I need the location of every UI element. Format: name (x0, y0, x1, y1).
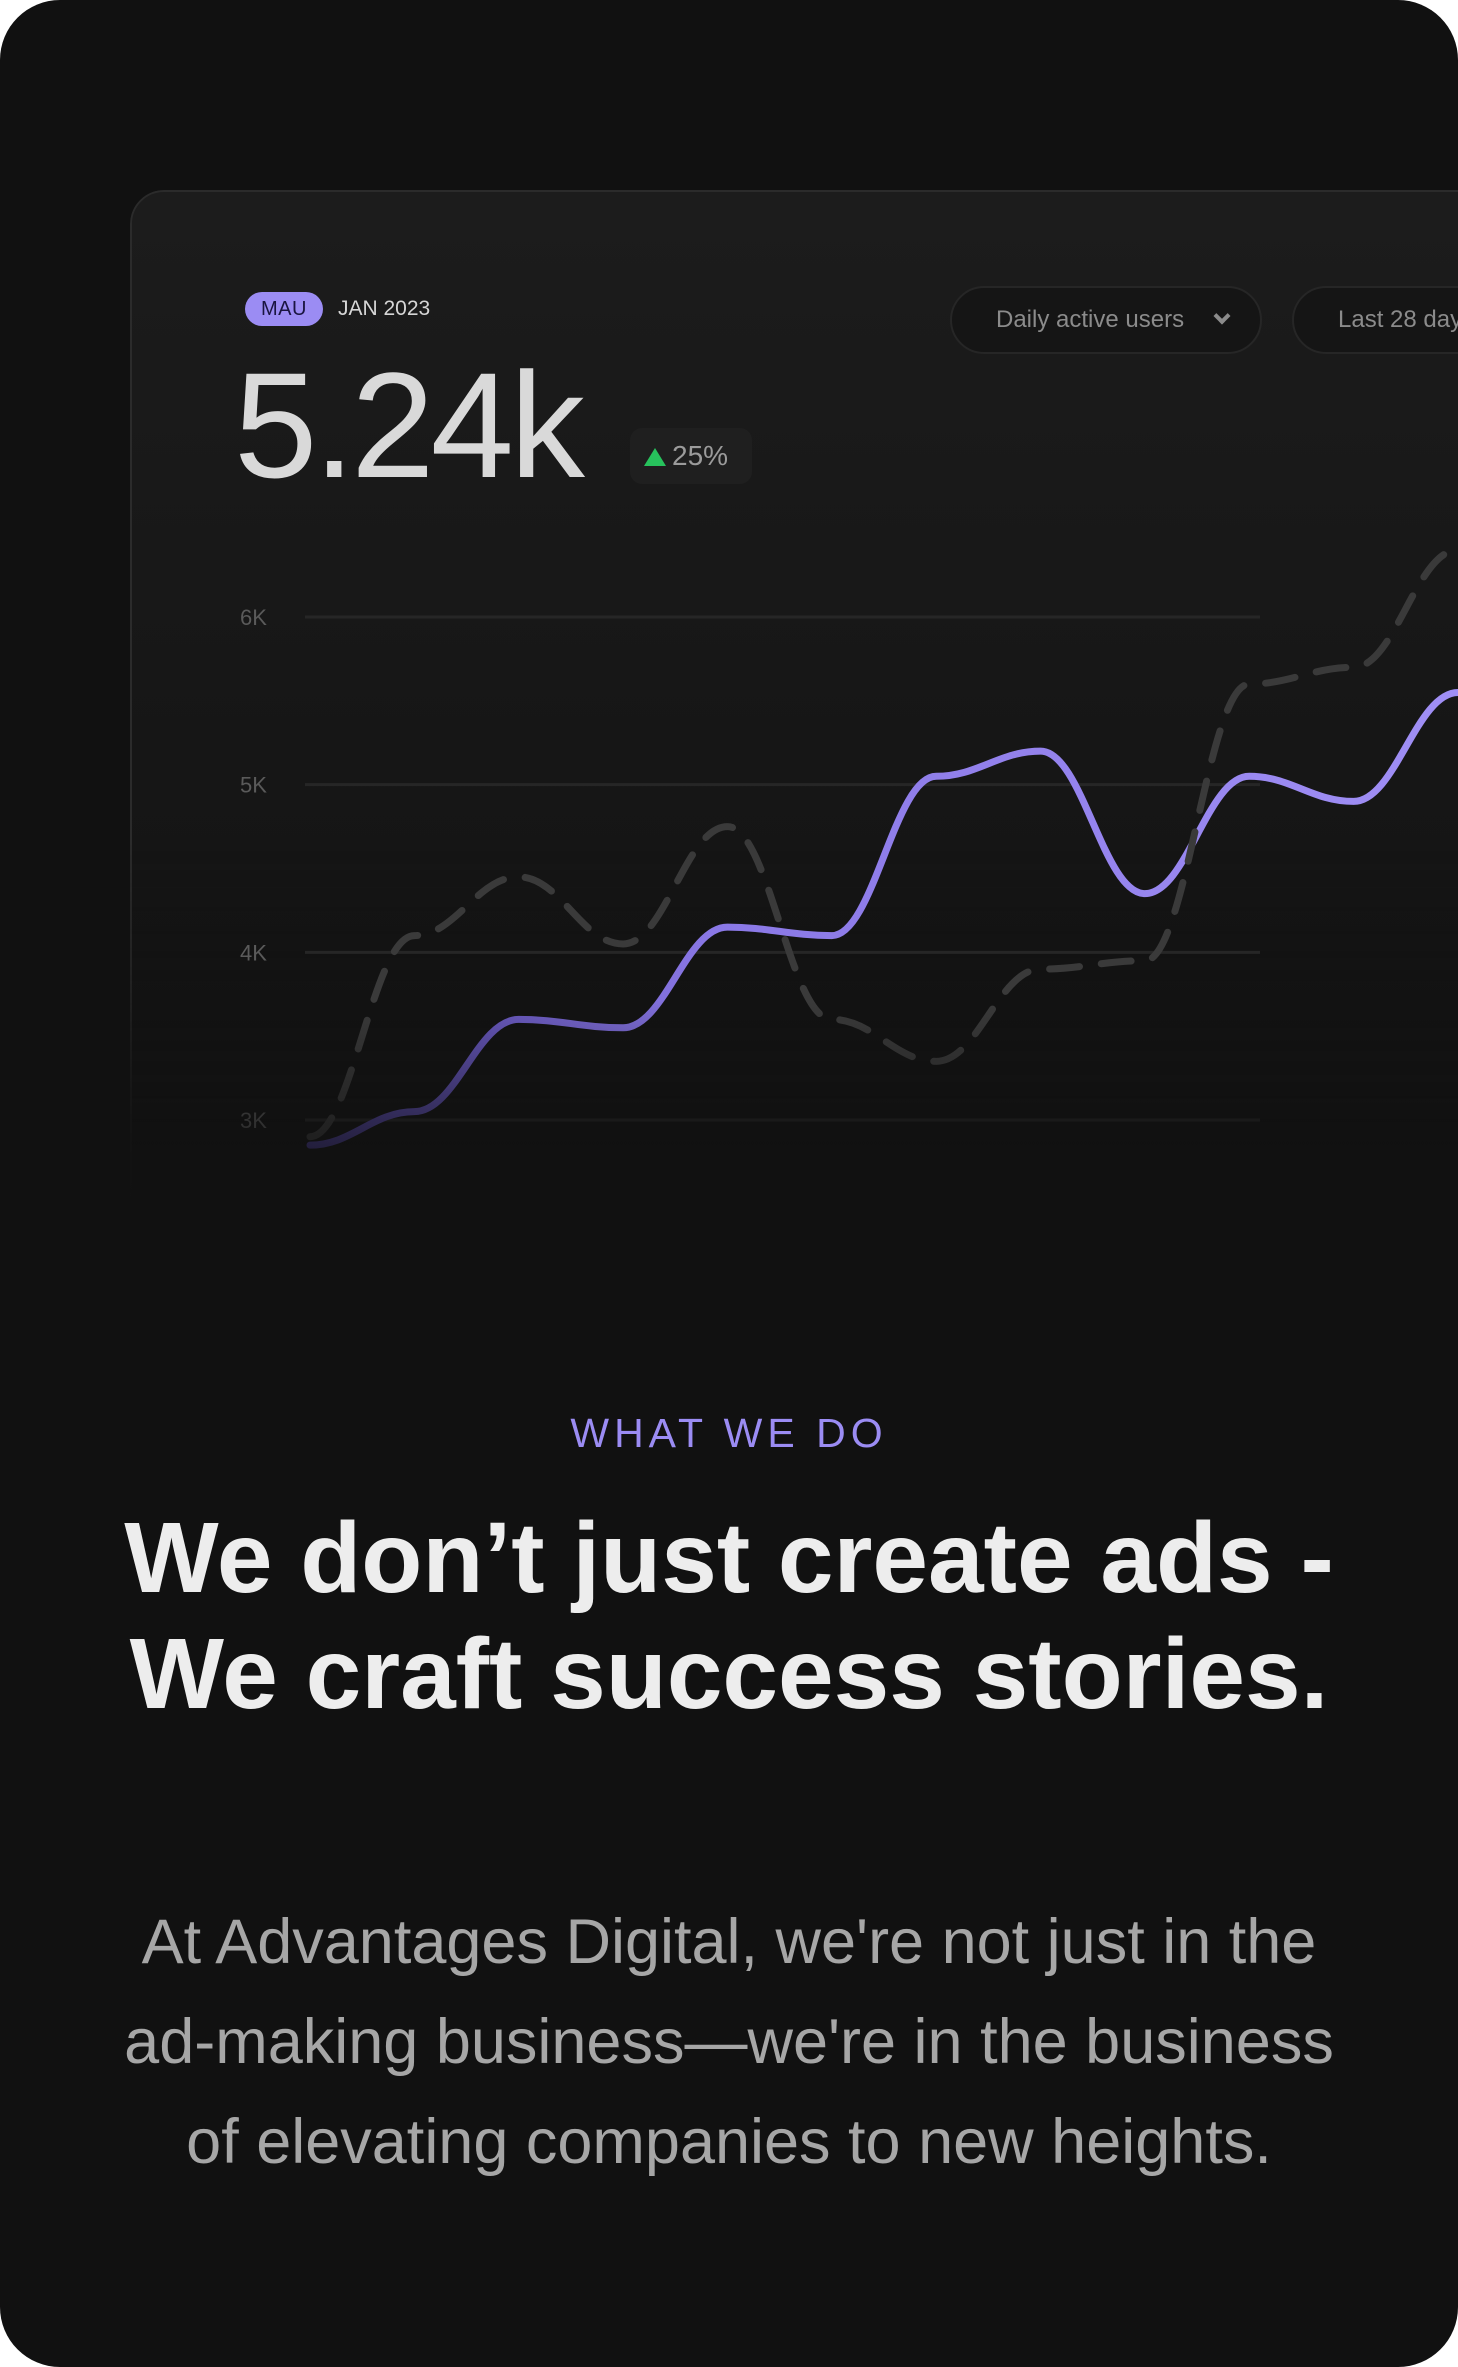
line-chart: 6K 5K 4K 3K (240, 546, 1458, 1149)
body-line-1: At Advantages Digital, we're not just in… (141, 1907, 1317, 1977)
metric-dropdown[interactable]: Daily active users (950, 286, 1262, 354)
section-body: At Advantages Digital, we're not just in… (0, 1892, 1458, 2192)
metric-dropdown-label: Daily active users (996, 306, 1185, 333)
chevron-down-icon (1213, 307, 1231, 325)
headline-line-1: We don’t just create ads - (124, 1502, 1334, 1614)
y-tick-label: 5K (240, 773, 267, 798)
headline-line-2: We craft success stories. (129, 1618, 1329, 1730)
mau-badge: MAU (245, 292, 323, 326)
y-tick-label: 3K (240, 1108, 267, 1133)
feature-card: 6K 5K 4K 3K MAU JAN 2023 5.24k 25% Daily ac… (0, 0, 1458, 2367)
previous-period-point (830, 1017, 834, 1021)
current-period-line (306, 688, 1458, 1149)
section-eyebrow: WHAT WE DO (570, 1410, 888, 1456)
delta-value: 25% (672, 440, 729, 471)
period-label: JAN 2023 (338, 297, 431, 320)
delta-badge: 25% (630, 428, 752, 484)
y-tick-label: 4K (240, 940, 267, 965)
range-dropdown-label: Last 28 days (1338, 306, 1458, 333)
previous-period-point (1247, 682, 1251, 686)
y-tick-label: 6K (240, 605, 267, 630)
previous-period-point (1143, 959, 1147, 963)
previous-period-point (1352, 665, 1356, 669)
metric-value: 5.24k (234, 341, 585, 509)
range-dropdown[interactable]: Last 28 days (1292, 286, 1458, 354)
body-line-3: of elevating companies to new heights. (186, 2107, 1272, 2177)
previous-period-point (1039, 967, 1043, 971)
body-line-2: ad-making business—we're in the business (124, 2007, 1334, 2077)
arrow-up-icon (644, 448, 666, 466)
previous-period-point (517, 875, 521, 879)
section-headline: We don’t just create ads - We craft succ… (0, 1500, 1458, 1732)
